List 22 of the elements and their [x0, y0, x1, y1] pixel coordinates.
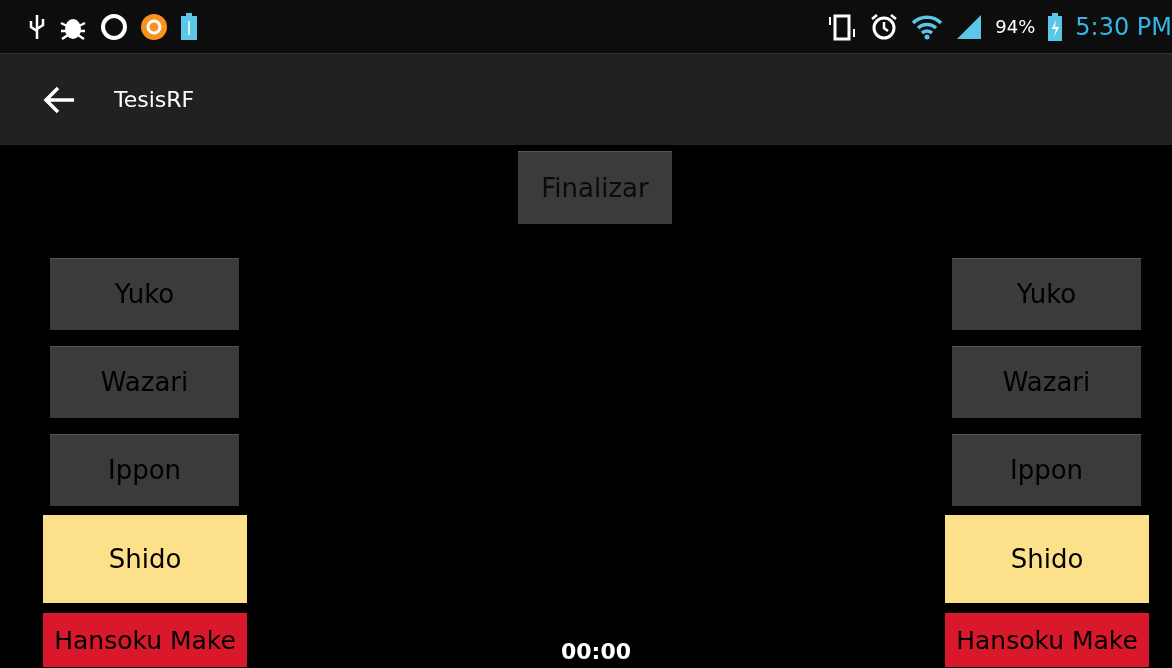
usb-icon	[28, 12, 46, 41]
battery-percentage: 94%	[995, 16, 1036, 37]
battery-icon	[180, 12, 198, 41]
back-arrow-icon[interactable]	[42, 84, 76, 115]
app-icon	[140, 12, 168, 41]
score-button[interactable]: Wazari	[952, 346, 1141, 418]
score-button[interactable]: Yuko	[952, 258, 1141, 330]
vibrate-icon	[827, 12, 858, 41]
charging-battery-icon	[1047, 12, 1064, 41]
shido-button[interactable]: Shido	[945, 515, 1149, 603]
score-button[interactable]: Wazari	[50, 346, 239, 418]
score-button[interactable]: Ippon	[952, 434, 1141, 506]
wifi-icon	[911, 13, 944, 40]
clock-time: 5:30 PM	[1075, 12, 1172, 41]
timer: 00:00	[561, 639, 631, 664]
score-button[interactable]: Yuko	[50, 258, 239, 330]
hansoku-make-button[interactable]: Hansoku Make	[945, 613, 1149, 667]
score-button[interactable]: Ippon	[50, 434, 239, 506]
circle-icon	[100, 12, 128, 41]
app-title: TesisRF	[114, 87, 195, 112]
shido-button[interactable]: Shido	[43, 515, 247, 603]
hansoku-make-button[interactable]: Hansoku Make	[43, 613, 247, 667]
